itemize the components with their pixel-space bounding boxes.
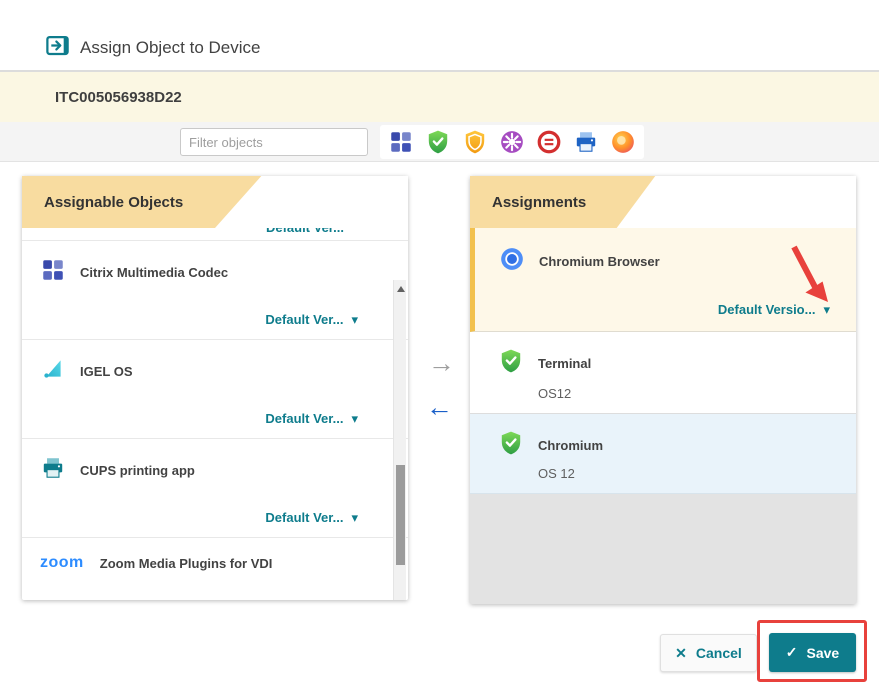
assignment-item-terminal[interactable]: Terminal OS12 [470,332,856,414]
scroll-up-button[interactable] [394,282,407,296]
assignable-objects-header: Assignable Objects [22,176,408,228]
close-icon: ✕ [675,645,687,662]
record-red-icon[interactable] [535,128,563,156]
cancel-button[interactable]: ✕ Cancel [660,634,757,672]
item-name: Chromium [538,438,603,453]
chevron-down-icon: ▾ [351,412,358,425]
unassign-arrow-button[interactable]: ← [426,392,453,423]
assign-arrow-button[interactable]: → [428,348,455,379]
dialog-title: Assign Object to Device [80,38,260,58]
assignments-title: Assignments [492,176,586,228]
item-name: Zoom Media Plugins for VDI [100,556,273,571]
item-name: Chromium Browser [539,254,660,269]
os-version-label: OS12 [538,386,571,401]
version-dropdown[interactable]: Default Ver... ▾ [265,411,358,426]
igel-os-icon [40,356,66,387]
version-dropdown[interactable]: Default Ver... ▾ [265,312,358,327]
list-item-zoom-media-plugins[interactable]: zoom Zoom Media Plugins for VDI [22,538,408,596]
version-label: Default Ver... [265,510,343,525]
check-icon: ✓ [786,644,798,661]
assignable-objects-panel: Assignable Objects Default Ver... Citrix… [22,176,408,600]
chevron-down-icon: ▾ [351,511,358,524]
assignments-header: Assignments [470,176,856,228]
save-button-label: Save [807,645,840,661]
item-name: CUPS printing app [80,463,195,478]
version-label: Default Ver... [265,312,343,327]
triangle-up-icon [397,286,405,292]
version-dropdown[interactable]: Default Ver... ▾ [265,510,358,525]
cancel-button-label: Cancel [696,645,742,661]
shield-green-icon [498,348,524,379]
list-scrollbar[interactable] [393,280,406,600]
shield-orange-icon[interactable] [461,128,489,156]
assignment-item-chromium-browser[interactable]: Chromium Browser Default Versio... ▾ [470,228,856,332]
item-name: Citrix Multimedia Codec [80,265,228,280]
version-dropdown[interactable]: Default Versio... ▾ [718,302,830,317]
device-id-row: ITC005056938D22 [0,72,879,122]
filter-objects-input[interactable] [180,128,368,156]
assign-object-dialog: Assign Object to Device ITC005056938D22 [0,0,879,690]
assignable-objects-title: Assignable Objects [44,176,183,228]
chromium-icon [499,246,525,277]
zoom-logo: zoom [40,554,84,572]
assignments-panel: Assignments Chromium Browser Default Ver… [470,176,856,604]
assign-object-icon [44,32,71,64]
filter-toolbar [0,122,879,162]
printer-blue-icon[interactable] [572,128,600,156]
browser-orange-icon[interactable] [609,128,637,156]
save-button[interactable]: ✓ Save [769,633,856,672]
shield-green-icon[interactable] [424,128,452,156]
apps-tiles-icon[interactable] [387,128,415,156]
list-item-citrix-multimedia-codec[interactable]: Citrix Multimedia Codec Default Ver... ▾ [22,241,408,340]
os-version-label: OS 12 [538,466,575,481]
assignable-objects-list: Default Ver... Citrix Multimedia Codec D… [22,228,408,600]
clipped-list-item: Default Ver... [22,228,408,241]
clipped-version-label: Default Ver... [266,228,344,235]
assignment-item-chromium[interactable]: Chromium OS 12 [470,414,856,494]
citrix-codec-icon [40,257,66,288]
chevron-down-icon: ▾ [351,313,358,326]
chevron-down-icon: ▾ [823,303,830,316]
device-id: ITC005056938D22 [55,89,182,106]
scrollbar-thumb[interactable] [396,465,405,565]
list-item-cups-printing-app[interactable]: CUPS printing app Default Ver... ▾ [22,439,408,538]
item-name: Terminal [538,356,591,371]
version-label: Default Versio... [718,302,816,317]
gear-purple-icon[interactable] [498,128,526,156]
object-type-filter-strip [380,125,644,159]
cups-printer-icon [40,455,66,486]
list-item-igel-os[interactable]: IGEL OS Default Ver... ▾ [22,340,408,439]
dialog-titlebar: Assign Object to Device [0,0,879,70]
version-label: Default Ver... [265,411,343,426]
item-name: IGEL OS [80,364,133,379]
shield-green-icon [498,430,524,461]
